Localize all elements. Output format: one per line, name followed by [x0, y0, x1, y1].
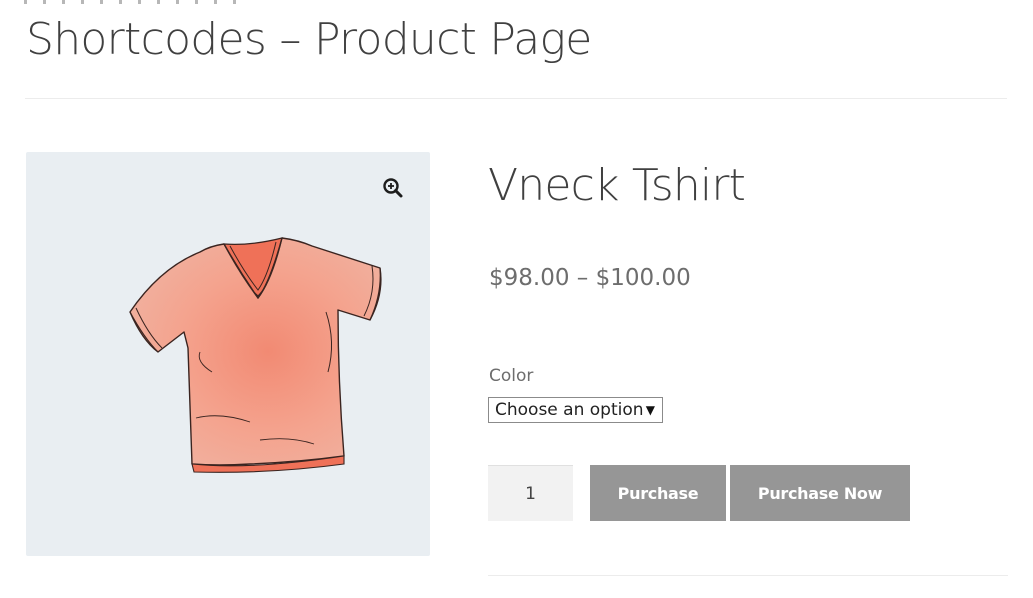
zoom-in-icon: [383, 178, 403, 198]
product-price: $98.00 – $100.00: [489, 265, 691, 291]
cut-off-breadcrumb: [24, 0, 264, 4]
purchase-button[interactable]: Purchase: [590, 465, 726, 521]
product-title: Vneck Tshirt: [488, 160, 746, 211]
page-title: Shortcodes – Product Page: [26, 14, 592, 65]
title-divider: [25, 98, 1007, 99]
summary-divider: [488, 575, 1008, 576]
purchase-now-button[interactable]: Purchase Now: [730, 465, 910, 521]
color-label: Color: [489, 366, 534, 386]
color-select[interactable]: Choose an option ▼: [488, 397, 663, 423]
tshirt-image[interactable]: [100, 232, 390, 477]
dropdown-arrow-icon: ▼: [645, 403, 655, 417]
product-gallery: [26, 152, 430, 556]
zoom-button[interactable]: [379, 174, 407, 202]
color-select-value: Choose an option: [495, 400, 644, 420]
quantity-input[interactable]: 1: [488, 465, 573, 521]
